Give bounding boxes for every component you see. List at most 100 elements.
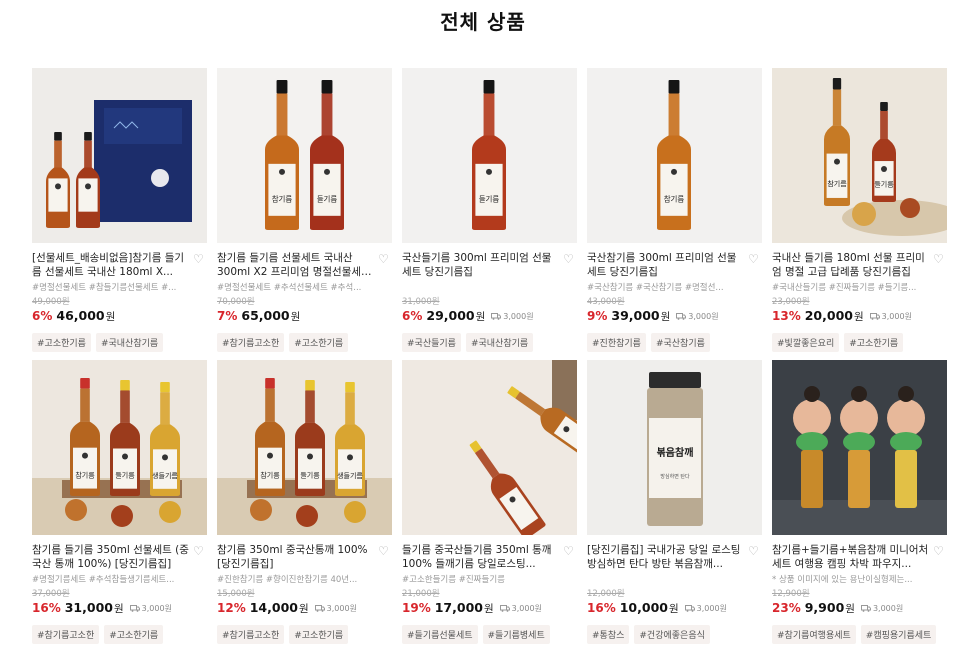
shipping-fee: 3,000원	[684, 603, 727, 614]
hashtag-chip[interactable]: #국산참기름	[650, 333, 710, 352]
currency-unit: 원	[668, 603, 679, 615]
original-price: 21,000원	[402, 589, 440, 599]
product-card[interactable]: 들기름 중국산들기름 350ml 통깨 100% 들깨기름 당일로스팅... ♡…	[402, 360, 577, 652]
heart-icon[interactable]: ♡	[193, 252, 207, 266]
product-card[interactable]: 참기름 들기름 국내산 들기름 180ml 선물 프리미엄 명절 고급 답례품 …	[772, 68, 947, 360]
shipping-fee-text: 3,000원	[688, 312, 719, 321]
heart-icon[interactable]: ♡	[193, 544, 207, 558]
heart-icon[interactable]: ♡	[378, 252, 392, 266]
product-name[interactable]: 국산참기름 300ml 프리미엄 선물세트 당진기름집	[587, 251, 744, 279]
sale-price: 17,000	[434, 600, 483, 615]
sale-price: 29,000	[426, 308, 475, 323]
shipping-fee: 3,000원	[491, 311, 534, 322]
svg-text:들기름: 들기름	[874, 179, 894, 188]
hashtag-chip[interactable]: #참기름고소한	[217, 625, 285, 644]
heart-icon[interactable]: ♡	[563, 544, 577, 558]
hashtag-chip[interactable]: #국산들기름	[402, 333, 461, 352]
product-image[interactable]: 참기름	[587, 68, 762, 243]
hashtag-chip[interactable]: #빛깔좋은요리	[772, 333, 840, 352]
product-card[interactable]: 참기름 들기름 생들기름 참기름 350ml 중국산통깨 100% [당진기름집…	[217, 360, 392, 652]
shipping-fee-text: 3,000원	[696, 604, 727, 613]
hashtag-chip[interactable]: #고소한기름	[844, 333, 904, 352]
hashtag-list: #참기름고소한 #고소한기름	[217, 625, 392, 644]
hashtag-chip[interactable]: #들기름병세트	[482, 625, 550, 644]
truck-icon	[499, 605, 510, 612]
product-card[interactable]: 참기름 국산참기름 300ml 프리미엄 선물세트 당진기름집 ♡ #국산참기름…	[587, 68, 762, 360]
hashtag-chip[interactable]: #참기름고소한	[217, 333, 285, 352]
product-name[interactable]: 참기름 들기름 350ml 선물세트 (중국산 통깨 100%) [당진기름집]	[32, 543, 189, 571]
shipping-fee-text: 3,000원	[511, 604, 542, 613]
hashtag-chip[interactable]: #건강에좋은음식	[634, 625, 710, 644]
shipping-fee: 3,000원	[676, 311, 719, 322]
product-name[interactable]: 들기름 중국산들기름 350ml 통깨 100% 들깨기름 당일로스팅...	[402, 543, 559, 571]
product-card[interactable]: 참기름 들기름 참기름 들기름 선물세트 국내산 300ml X2 프리미엄 명…	[217, 68, 392, 360]
hashtag-chip[interactable]: #통참스	[587, 625, 630, 644]
hashtag-chip[interactable]: #진한참기름	[587, 333, 646, 352]
product-name[interactable]: [선물세트_배송비없음]참기름 들기름 선물세트 국내산 180ml X...	[32, 251, 189, 279]
hashtag-chip[interactable]: #국내산참기름	[465, 333, 534, 352]
hashtag-chip[interactable]: #고소한기름	[104, 625, 164, 644]
product-name[interactable]: 국산들기름 300ml 프리미엄 선물세트 당진기름집	[402, 251, 559, 279]
product-keywords	[587, 573, 762, 585]
hashtag-list: #참기름여행용세트 #캠핑용기름세트	[772, 625, 947, 644]
shipping-fee-text: 3,000원	[141, 604, 172, 613]
hashtag-list: #들기름선물세트 #들기름병세트	[402, 625, 577, 644]
svg-text:들기름: 들기름	[300, 471, 320, 480]
product-name[interactable]: 참기름 들기름 선물세트 국내산 300ml X2 프리미엄 명절선물세트...	[217, 251, 374, 279]
product-name[interactable]: 국내산 들기름 180ml 선물 프리미엄 명절 고급 답례품 당진기름집	[772, 251, 929, 279]
sale-price: 20,000	[804, 308, 853, 323]
product-name[interactable]: 참기름 350ml 중국산통깨 100% [당진기름집]	[217, 543, 374, 571]
hashtag-chip[interactable]: #참기름고소한	[32, 625, 100, 644]
svg-text:참기름: 참기름	[664, 195, 685, 204]
discount-rate: 13%	[772, 309, 801, 323]
discount-rate: 6%	[402, 309, 423, 323]
product-image[interactable]: 참기름 들기름	[217, 68, 392, 243]
product-card[interactable]: [선물세트_배송비없음]참기름 들기름 선물세트 국내산 180ml X... …	[32, 68, 207, 360]
hashtag-list: #참기름고소한 #고소한기름	[32, 625, 207, 644]
hashtag-chip[interactable]: #고소한기름	[289, 333, 349, 352]
product-card[interactable]: 참기름 들기름 생들기름 참기름 들기름 350ml 선물세트 (중국산 통깨 …	[32, 360, 207, 652]
product-card[interactable]: 볶음참깨 방심하면 탄다 [당진기름집] 국내가공 당일 로스팅 방심하면 탄다…	[587, 360, 762, 652]
product-keywords: #국산참기름 #국산참기름 #명절선...	[587, 283, 724, 293]
heart-icon[interactable]: ♡	[563, 252, 577, 266]
hashtag-list: #국산들기름 #국내산참기름	[402, 333, 577, 352]
hashtag-chip[interactable]: #국내산참기름	[95, 333, 164, 352]
product-keywords	[402, 281, 577, 293]
product-image[interactable]	[32, 68, 207, 243]
product-keywords: #명절선물세트 #추석선물세트 #추석...	[217, 283, 362, 293]
product-image[interactable]: 참기름 들기름	[772, 68, 947, 243]
hashtag-list: #진한참기름 #국산참기름	[587, 333, 762, 352]
truck-icon	[491, 313, 502, 320]
product-image[interactable]: 들기름	[402, 68, 577, 243]
product-image[interactable]	[402, 360, 577, 535]
product-card[interactable]: 들기름 국산들기름 300ml 프리미엄 선물세트 당진기름집 ♡ 31,000…	[402, 68, 577, 360]
discount-rate: 16%	[32, 601, 61, 615]
shipping-fee-text: 3,000원	[881, 312, 912, 321]
hashtag-chip[interactable]: #고소한기름	[289, 625, 349, 644]
currency-unit: 원	[483, 603, 494, 615]
product-name[interactable]: [당진기름집] 국내가공 당일 로스팅 방심하면 탄다 방탄 볶음참깨...	[587, 543, 744, 571]
truck-icon	[860, 605, 871, 612]
original-price: 12,900원	[772, 589, 810, 599]
hashtag-chip[interactable]: #들기름선물세트	[402, 625, 478, 644]
hashtag-chip[interactable]: #참기름여행용세트	[772, 625, 856, 644]
svg-text:생들기름: 생들기름	[337, 471, 363, 480]
product-card[interactable]: 참기름+들기름+볶음참깨 미니어처 세트 여행용 캠핑 차박 파우지... ♡ …	[772, 360, 947, 652]
original-price: 23,000원	[772, 297, 810, 307]
truck-icon	[314, 605, 325, 612]
heart-icon[interactable]: ♡	[933, 252, 947, 266]
svg-text:참기름: 참기름	[75, 470, 95, 479]
shipping-fee: 3,000원	[869, 311, 912, 322]
product-image[interactable]	[772, 360, 947, 535]
hashtag-chip[interactable]: #고소한기름	[32, 333, 91, 352]
product-image[interactable]: 볶음참깨 방심하면 탄다	[587, 360, 762, 535]
heart-icon[interactable]: ♡	[378, 544, 392, 558]
heart-icon[interactable]: ♡	[748, 544, 762, 558]
product-name[interactable]: 참기름+들기름+볶음참깨 미니어처 세트 여행용 캠핑 차박 파우지...	[772, 543, 929, 571]
product-image[interactable]: 참기름 들기름 생들기름	[217, 360, 392, 535]
heart-icon[interactable]: ♡	[748, 252, 762, 266]
discount-rate: 16%	[587, 601, 616, 615]
product-image[interactable]: 참기름 들기름 생들기름	[32, 360, 207, 535]
hashtag-chip[interactable]: #캠핑용기름세트	[860, 625, 937, 644]
heart-icon[interactable]: ♡	[933, 544, 947, 558]
